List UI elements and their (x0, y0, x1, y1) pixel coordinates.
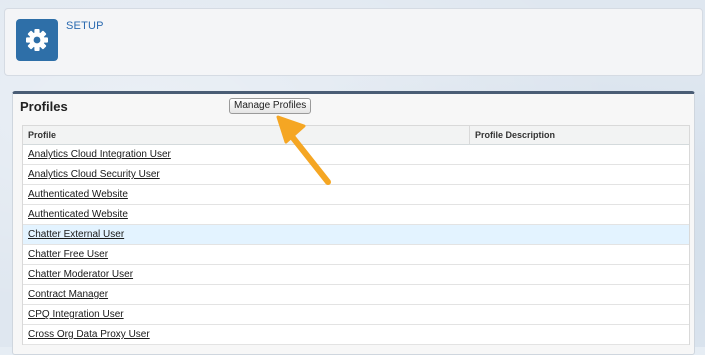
profile-link[interactable]: Chatter Free User (28, 249, 108, 260)
table-header: Profile Profile Description (23, 126, 689, 145)
profile-link[interactable]: Cross Org Data Proxy User (28, 329, 150, 340)
table-row: CPQ Integration User (23, 305, 689, 325)
annotation-arrow-icon (276, 115, 331, 185)
table-row: Cross Org Data Proxy User (23, 325, 689, 345)
profile-link[interactable]: Authenticated Website (28, 189, 128, 200)
table-row: Authenticated Website (23, 185, 689, 205)
profile-link[interactable]: Analytics Cloud Security User (28, 169, 160, 180)
column-header-profile-description[interactable]: Profile Description (469, 126, 555, 144)
table-row: Analytics Cloud Security User (23, 165, 689, 185)
setup-header (4, 8, 703, 76)
setup-label[interactable]: SETUP (66, 20, 104, 32)
setup-icon-tile[interactable] (16, 19, 58, 61)
table-row: Chatter Moderator User (23, 265, 689, 285)
table-row: Analytics Cloud Integration User (23, 145, 689, 165)
table-row: Chatter Free User (23, 245, 689, 265)
profile-link[interactable]: Authenticated Website (28, 209, 128, 220)
profiles-table: Profile Profile Description Analytics Cl… (22, 125, 690, 345)
profile-link[interactable]: Contract Manager (28, 289, 108, 300)
gear-icon (26, 29, 48, 51)
page-title: Profiles (20, 99, 68, 114)
profile-link[interactable]: Chatter Moderator User (28, 269, 133, 280)
profile-link[interactable]: CPQ Integration User (28, 309, 124, 320)
profile-link[interactable]: Analytics Cloud Integration User (28, 149, 171, 160)
column-header-profile[interactable]: Profile (28, 130, 56, 140)
table-row: Contract Manager (23, 285, 689, 305)
profile-link[interactable]: Chatter External User (28, 229, 124, 240)
table-row: Authenticated Website (23, 205, 689, 225)
table-row-highlighted: Chatter External User (23, 225, 689, 245)
